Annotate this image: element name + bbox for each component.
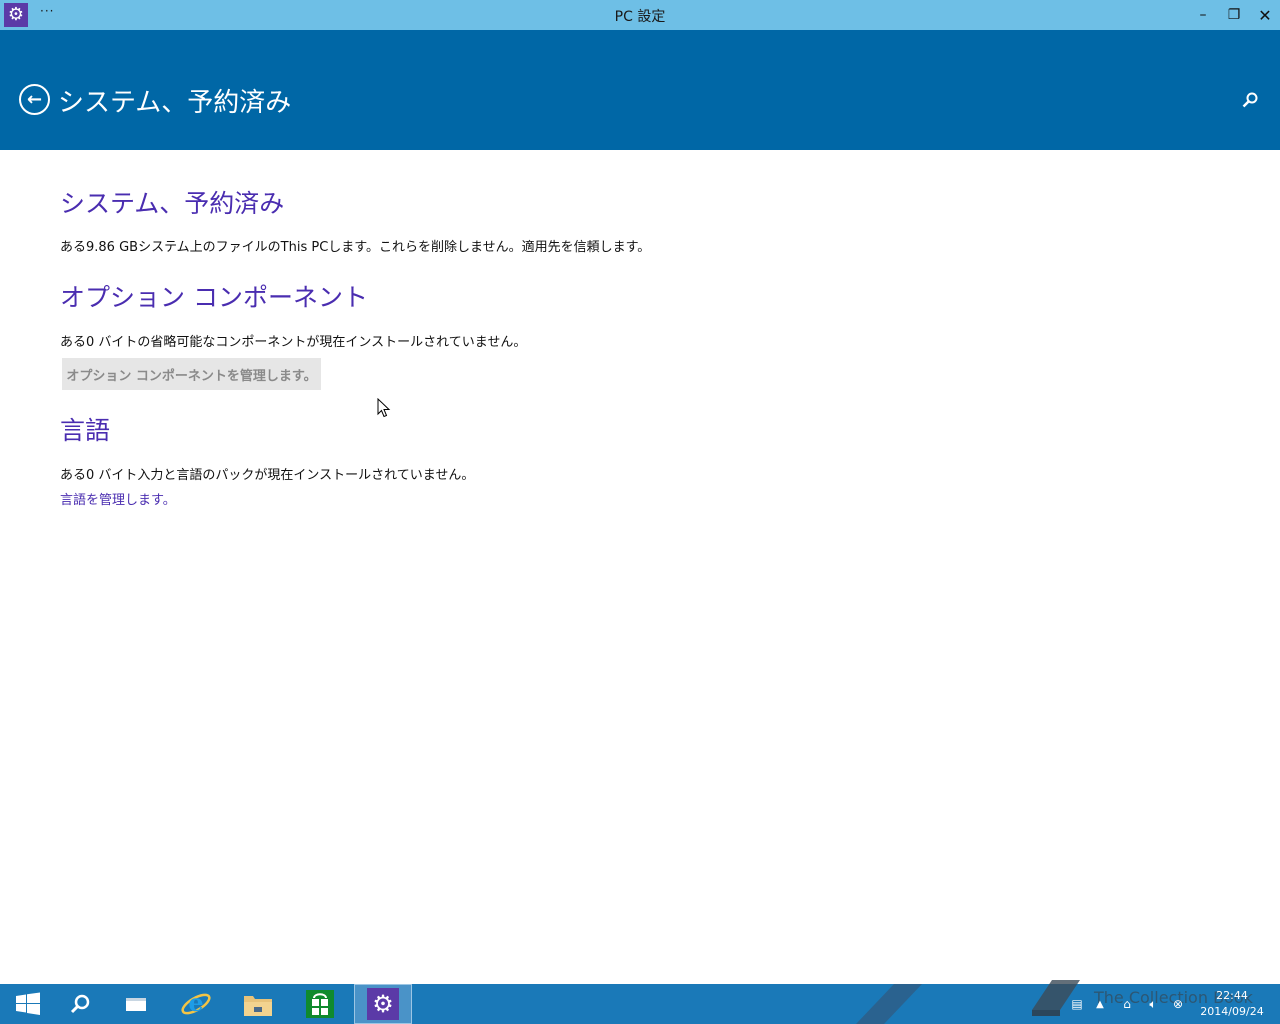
clock-date: 2014/09/24 — [1200, 1005, 1264, 1018]
store-icon — [306, 990, 334, 1018]
mouse-cursor-icon — [377, 398, 391, 418]
decorative-stripe — [856, 984, 922, 1024]
window-title: PC 設定 — [614, 9, 666, 25]
back-button[interactable]: ← — [19, 84, 50, 115]
language-description: ある0 バイト入力と言語のパックが現在インストールされていません。 — [60, 468, 475, 483]
optional-components-description: ある0 バイトの省略可能なコンポーネントが現在インストールされていません。 — [60, 335, 527, 350]
store-button[interactable] — [292, 984, 348, 1024]
show-hidden-icons-icon[interactable]: ▲ — [1086, 999, 1114, 1010]
manage-optional-components-button[interactable]: オプション コンポーネントを管理します。 — [62, 358, 321, 390]
file-explorer-button[interactable] — [230, 984, 286, 1024]
search-icon — [70, 994, 90, 1014]
minimize-button[interactable]: – — [1188, 0, 1218, 30]
internet-explorer-icon: e — [181, 988, 211, 1017]
network-icon[interactable]: ⌂ — [1114, 997, 1140, 1011]
svg-text:e: e — [188, 988, 203, 1017]
back-arrow-icon: ← — [26, 89, 43, 110]
file-explorer-icon — [244, 996, 272, 1016]
taskbar: e ⚙ The Collection Book ▤ ▲ ⌂ 🔈︎ ⊗ 22:44… — [0, 980, 1280, 1024]
start-button[interactable] — [0, 984, 56, 1024]
system-heading: システム、予約済み — [60, 189, 285, 218]
system-description: ある9.86 GBシステム上のファイルのThis PCします。これらを削除しませ… — [60, 240, 651, 255]
search-button[interactable] — [1238, 88, 1262, 112]
taskbar-search-button[interactable] — [52, 984, 108, 1024]
internet-explorer-button[interactable]: e — [168, 984, 224, 1024]
page-header: ← システム、予約済み — [0, 30, 1280, 150]
manage-languages-link[interactable]: 言語を管理します。 — [60, 489, 176, 508]
clock-time: 22:44 — [1216, 989, 1248, 1002]
settings-icon: ⚙ — [367, 988, 399, 1020]
keyboard-icon[interactable]: ▤ — [1068, 997, 1086, 1011]
language-heading: 言語 — [60, 416, 111, 445]
page-title: システム、予約済み — [58, 88, 292, 118]
title-bar: ⚙ ··· PC 設定 – ❐ ✕ — [0, 0, 1280, 30]
action-center-icon[interactable]: ⊗ — [1166, 997, 1190, 1011]
volume-icon[interactable]: 🔈︎ — [1140, 997, 1166, 1012]
optional-components-heading: オプション コンポーネント — [60, 283, 368, 312]
task-view-icon — [126, 998, 146, 1011]
task-view-button[interactable] — [108, 984, 164, 1024]
start-icon — [16, 992, 40, 1015]
clock[interactable]: 22:44 2014/09/24 — [1200, 988, 1264, 1020]
system-tray: ▤ ▲ ⌂ 🔈︎ ⊗ — [1068, 984, 1190, 1024]
settings-button[interactable]: ⚙ — [354, 984, 412, 1024]
close-button[interactable]: ✕ — [1250, 0, 1280, 30]
maximize-button[interactable]: ❐ — [1219, 0, 1249, 30]
search-icon — [1242, 92, 1258, 108]
